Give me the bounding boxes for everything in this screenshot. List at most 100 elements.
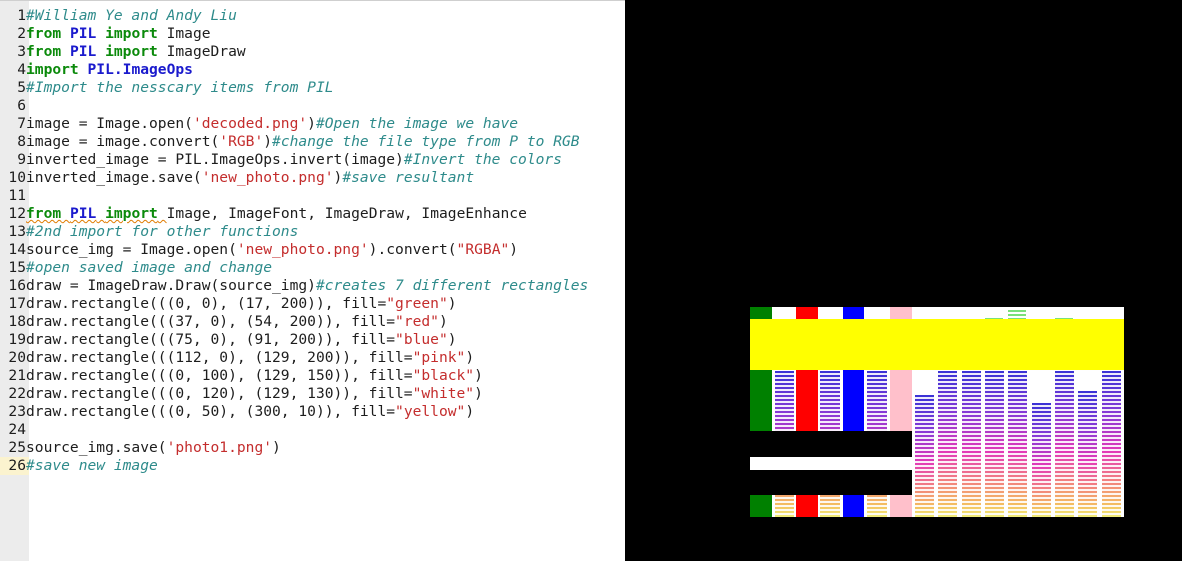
code-line[interactable]: 13#2nd import for other functions (0, 223, 588, 241)
code-token: draw.rectangle(((0, 50), (300, 10)), fil… (26, 403, 396, 420)
code-token: ) (307, 115, 316, 132)
code-token: import (26, 61, 79, 78)
code-token: "blue" (395, 331, 448, 348)
code-token: PIL (69, 25, 97, 42)
code-token: ) (333, 169, 343, 186)
code-line[interactable]: 18draw.rectangle(((37, 0), (54, 200)), f… (0, 313, 588, 331)
line-number: 15 (8, 259, 26, 276)
code-line[interactable]: 9inverted_image = PIL.ImageOps.invert(im… (0, 151, 588, 169)
code-lines[interactable]: 1#William Ye and Andy Liu 2from PIL impor… (0, 7, 588, 475)
line-number: 7 (17, 115, 26, 132)
code-token: source_img.save( (26, 439, 167, 456)
code-token: PIL.ImageOps (87, 61, 193, 78)
line-number: 2 (17, 25, 26, 42)
code-line[interactable]: 25source_img.save('photo1.png') (0, 439, 588, 457)
code-token: draw.rectangle(((0, 120), (129, 130)), f… (26, 385, 413, 402)
code-token: 'photo1.png' (166, 439, 273, 456)
line-number: 24 (8, 421, 26, 438)
code-line[interactable]: 3from PIL import ImageDraw (0, 43, 588, 61)
code-token: #Import the nesscary items from PIL (26, 79, 334, 96)
image-column (1078, 391, 1097, 517)
code-token: ).convert( (368, 241, 457, 258)
code-token: draw.rectangle(((0, 0), (17, 200)), fill… (26, 295, 387, 312)
code-line[interactable]: 8image = image.convert('RGB')#change the… (0, 133, 588, 151)
line-number: 12 (8, 205, 26, 222)
image-column (938, 371, 957, 517)
code-token: image = Image.open( (26, 115, 193, 132)
code-token: inverted_image = PIL.ImageOps.invert(ima… (26, 151, 404, 168)
line-number: 11 (8, 187, 26, 204)
code-token: ) (465, 349, 475, 366)
code-token: "black" (412, 367, 475, 384)
code-line[interactable]: 20draw.rectangle(((112, 0), (129, 200)),… (0, 349, 588, 367)
code-token: ) (263, 133, 273, 150)
green-mark (1008, 314, 1026, 316)
line-number: 6 (17, 97, 26, 114)
code-line[interactable]: 1#William Ye and Andy Liu (0, 7, 588, 25)
code-token: ) (272, 439, 281, 456)
code-token: source_img = Image.open( (26, 241, 237, 258)
yellow-rectangle (750, 319, 1124, 370)
code-token: PIL (69, 43, 97, 60)
line-number: 18 (8, 313, 26, 330)
line-number: 3 (17, 43, 26, 60)
code-token: #change the file type from P to RGB (272, 133, 580, 150)
code-token: 'new_photo.png' (236, 241, 369, 258)
code-line[interactable]: 22draw.rectangle(((0, 120), (129, 130)),… (0, 385, 588, 403)
code-token: #Open the image we have (315, 115, 519, 132)
code-line[interactable]: 19draw.rectangle(((75, 0), (91, 200)), f… (0, 331, 588, 349)
code-token: "yellow" (395, 403, 466, 420)
line-number: 9 (17, 151, 26, 168)
code-line[interactable]: 12from PIL import Image, ImageFont, Imag… (0, 205, 588, 223)
code-token: from (26, 205, 62, 222)
code-token: draw.rectangle(((0, 100), (129, 150)), f… (26, 367, 413, 384)
line-number: 5 (17, 79, 26, 96)
code-token: #save new image (26, 457, 158, 474)
code-token: image = image.convert( (26, 133, 220, 150)
code-line[interactable]: 10inverted_image.save('new_photo.png')#s… (0, 169, 588, 187)
code-token: from (26, 25, 62, 42)
code-token: draw.rectangle(((112, 0), (129, 200)), f… (26, 349, 413, 366)
image-column (1032, 403, 1051, 517)
code-token: PIL (69, 205, 97, 222)
code-line[interactable]: 16draw = ImageDraw.Draw(source_img)#crea… (0, 277, 588, 295)
image-column (1055, 371, 1074, 517)
code-line[interactable]: 11 (0, 187, 588, 205)
code-line[interactable]: 23draw.rectangle(((0, 50), (300, 10)), f… (0, 403, 588, 421)
code-line[interactable]: 21draw.rectangle(((0, 100), (129, 150)),… (0, 367, 588, 385)
line-number: 1 (17, 7, 26, 24)
code-line[interactable]: 2from PIL import Image (0, 25, 588, 43)
code-line[interactable]: 15#open saved image and change (0, 259, 588, 277)
code-token: ) (447, 331, 457, 348)
line-number: 19 (8, 331, 26, 348)
code-token: inverted_image.save( (26, 169, 202, 186)
code-line[interactable]: 14source_img = Image.open('new_photo.png… (0, 241, 588, 259)
code-line[interactable]: 24 (0, 421, 588, 439)
code-token: "white" (412, 385, 475, 402)
code-token: Image, ImageFont, ImageDraw, ImageEnhanc… (166, 205, 527, 222)
image-column (1008, 371, 1027, 517)
code-line[interactable]: 6 (0, 97, 588, 115)
image-column (915, 395, 934, 517)
line-number: 4 (17, 61, 26, 78)
code-token: import (105, 205, 158, 222)
code-token: 'RGB' (219, 133, 264, 150)
line-number: 8 (17, 133, 26, 150)
image-column (985, 371, 1004, 517)
code-token: "pink" (412, 349, 466, 366)
code-token: ) (447, 295, 457, 312)
code-token: ImageDraw (157, 43, 246, 60)
code-line[interactable]: 7image = Image.open('decoded.png')#Open … (0, 115, 588, 133)
code-line[interactable]: 5#Import the nesscary items from PIL (0, 79, 588, 97)
code-token: Image (157, 25, 211, 42)
code-line[interactable]: 26#save new image (0, 457, 588, 475)
code-line[interactable]: 4import PIL.ImageOps (0, 61, 588, 79)
code-line[interactable]: 17draw.rectangle(((0, 0), (17, 200)), fi… (0, 295, 588, 313)
code-editor[interactable]: 1#William Ye and Andy Liu 2from PIL impor… (0, 0, 625, 561)
